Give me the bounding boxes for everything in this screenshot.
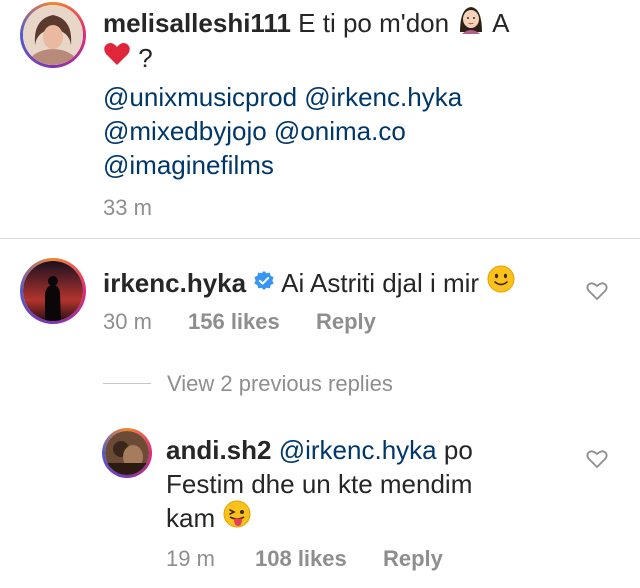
- comment-meta: 30 m: [103, 309, 152, 335]
- comment-body: po: [443, 435, 473, 465]
- tongue-out-emoji-icon: [222, 499, 252, 537]
- mention-link[interactable]: @irkenc.hyka: [279, 435, 437, 465]
- avatar-photo: [105, 431, 149, 475]
- mention-line: @imaginefilms: [103, 148, 274, 182]
- avatar[interactable]: [20, 2, 86, 68]
- comment-body-question: ?: [138, 43, 153, 73]
- likes-count[interactable]: 108 likes: [255, 546, 347, 572]
- comment-text: irkenc.hyka Ai Astriti djal i mir: [103, 264, 516, 304]
- replies-divider-line: [103, 383, 151, 384]
- verified-badge-icon: [253, 266, 275, 300]
- avatar-photo: [23, 5, 83, 65]
- comment-timestamp: 33 m: [103, 195, 152, 220]
- mention-link[interactable]: @mixedbyjojo: [103, 116, 267, 146]
- avatar[interactable]: [20, 258, 86, 324]
- comment-body: Ai Astriti djal i mir: [281, 268, 480, 298]
- comment-body: kam: [166, 503, 216, 533]
- woman-emoji-icon: [456, 4, 486, 42]
- mention-link[interactable]: @onima.co: [274, 116, 406, 146]
- mention-line: @unixmusicprod @irkenc.hyka: [103, 80, 462, 114]
- comment-username[interactable]: melisalleshi111: [103, 8, 291, 38]
- comment-username[interactable]: andi.sh2: [166, 435, 271, 465]
- comment-body: E ti po m'don: [298, 8, 450, 38]
- red-heart-emoji-icon: [103, 41, 131, 75]
- comment-text: melisalleshi111 E ti po m'don A: [103, 6, 509, 44]
- comment-body-line: Festim dhe un kte mendim: [166, 469, 473, 499]
- avatar-photo: [23, 261, 83, 321]
- mention-link[interactable]: @irkenc.hyka: [304, 82, 462, 112]
- comment-body-line: kam: [166, 499, 252, 539]
- smiling-emoji-icon: [486, 264, 516, 302]
- reply-button[interactable]: Reply: [316, 309, 376, 335]
- avatar[interactable]: [102, 428, 152, 478]
- comment-body-end: A: [492, 8, 510, 38]
- comment-timestamp: 30 m: [103, 309, 152, 334]
- comment-username[interactable]: irkenc.hyka: [103, 268, 246, 298]
- mention-line: @mixedbyjojo @onima.co: [103, 114, 406, 148]
- mention-link[interactable]: @imaginefilms: [103, 150, 274, 180]
- comment-timestamp: 19 m: [166, 546, 215, 571]
- divider: [0, 238, 640, 239]
- reply-button[interactable]: Reply: [383, 546, 443, 572]
- likes-count[interactable]: 156 likes: [188, 309, 280, 335]
- comment-line: ?: [103, 41, 153, 77]
- mention-link[interactable]: @unixmusicprod: [103, 82, 297, 112]
- view-replies-link[interactable]: View 2 previous replies: [167, 371, 393, 397]
- like-heart-icon[interactable]: [586, 281, 608, 301]
- comment-text: andi.sh2 @irkenc.hyka po: [166, 433, 473, 467]
- like-heart-icon[interactable]: [586, 449, 608, 469]
